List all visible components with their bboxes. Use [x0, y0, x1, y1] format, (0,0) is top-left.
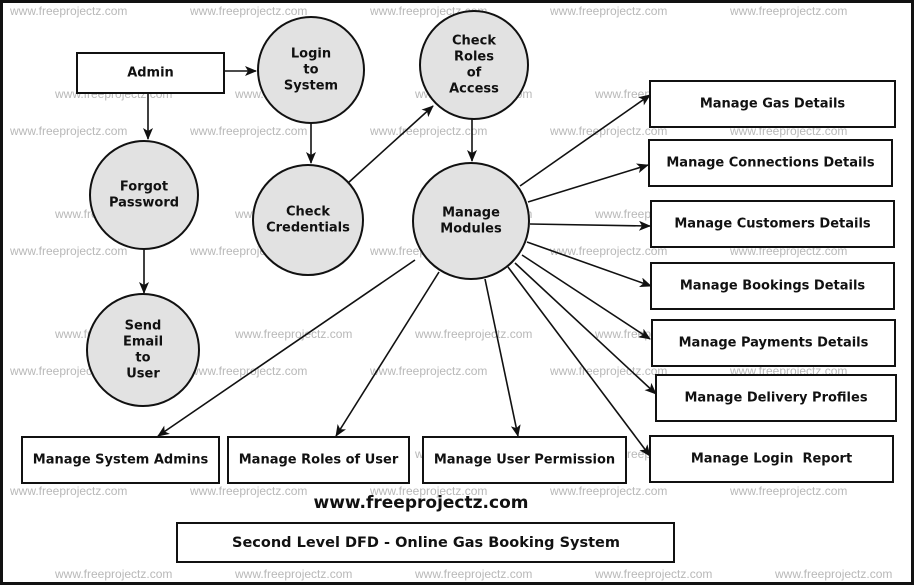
watermark-text: www.freeprojectz.com [549, 484, 667, 498]
watermark-text: www.freeprojectz.com [369, 124, 487, 138]
watermark-text: www.freeprojectz.com [189, 4, 307, 18]
node-label: Check [286, 205, 330, 220]
dfd-diagram: www.freeprojectz.com www.freeprojectz.com… [0, 0, 914, 585]
entity-roles-user: Manage Roles of User [227, 436, 410, 484]
watermark-text: www.freeprojectz.com [9, 244, 127, 258]
node-label: Send [125, 319, 162, 334]
watermark-text: www.freeprojectz.com [9, 124, 127, 138]
node-label: Email [123, 335, 163, 350]
node-label: of [467, 66, 482, 81]
process-check-cred: CheckCredentials [252, 164, 364, 276]
process-login: LogintoSystem [257, 16, 365, 124]
diagram-title: Second Level DFD - Online Gas Booking Sy… [232, 535, 620, 551]
node-label: System [284, 79, 338, 94]
node-label: Access [449, 82, 499, 97]
process-forgot: ForgotPassword [89, 140, 199, 250]
process-check-roles: CheckRolesofAccess [419, 10, 529, 120]
node-label: Password [109, 196, 179, 211]
watermark-text: www.freeprojectz.com [369, 364, 487, 378]
node-label: Modules [440, 222, 502, 237]
watermark-text: www.freeprojectz.com [189, 364, 307, 378]
node-label: to [135, 351, 150, 366]
node-label: Login [291, 47, 331, 62]
watermark-text: www.freeprojectz.com [234, 327, 352, 341]
node-label: Manage Delivery Profiles [684, 391, 867, 406]
node-label: Manage Bookings Details [680, 279, 866, 294]
site-label: www.freeprojectz.com [314, 493, 529, 513]
watermark-text: www.freeprojectz.com [414, 567, 532, 581]
entity-login-report: Manage Login Report [649, 435, 894, 483]
node-label: Roles [454, 50, 494, 65]
entity-gas: Manage Gas Details [649, 80, 896, 128]
watermark-text: www.freeprojectz.com [189, 124, 307, 138]
node-label: Manage User Permission [434, 453, 615, 468]
node-label: Manage System Admins [33, 453, 209, 468]
watermark-text: www.freeprojectz.com [729, 4, 847, 18]
watermark-text: www.freeprojectz.com [9, 4, 127, 18]
watermark-text: www.freeprojectz.com [189, 484, 307, 498]
watermark-text: www.freeprojectz.com [234, 567, 352, 581]
entity-bookings: Manage Bookings Details [650, 262, 895, 310]
node-label: Manage [442, 206, 500, 221]
node-label: Forgot [120, 180, 168, 195]
node-label: User [126, 367, 160, 382]
watermark-text: www.freeprojectz.com [9, 484, 127, 498]
node-label: Admin [127, 66, 174, 81]
watermark-text: www.freeprojectz.com [549, 364, 667, 378]
entity-sys-admins: Manage System Admins [21, 436, 220, 484]
node-label: Manage Login Report [691, 452, 852, 467]
node-label: Manage Gas Details [700, 97, 846, 112]
process-manage-modules: ManageModules [412, 162, 530, 280]
entity-admin: Admin [76, 52, 225, 94]
watermark-text: www.freeprojectz.com [774, 567, 892, 581]
watermark-text: www.freeprojectz.com [729, 484, 847, 498]
watermark-text: www.freeprojectz.com [414, 327, 532, 341]
node-label: Manage Connections Details [666, 156, 875, 171]
entity-payments: Manage Payments Details [651, 319, 896, 367]
entity-delivery: Manage Delivery Profiles [655, 374, 897, 422]
node-label: to [303, 63, 318, 78]
watermark-text: www.freeprojectz.com [594, 567, 712, 581]
process-send-email: SendEmailtoUser [86, 293, 200, 407]
watermark-text: www.freeprojectz.com [54, 567, 172, 581]
node-label: Manage Roles of User [239, 453, 399, 468]
node-label: Check [452, 34, 496, 49]
watermark-text: www.freeprojectz.com [549, 4, 667, 18]
entity-customers: Manage Customers Details [650, 200, 895, 248]
node-label: Manage Payments Details [679, 336, 869, 351]
node-label: Credentials [266, 221, 350, 236]
entity-connections: Manage Connections Details [648, 139, 893, 187]
entity-user-perm: Manage User Permission [422, 436, 627, 484]
node-label: Manage Customers Details [674, 217, 871, 232]
